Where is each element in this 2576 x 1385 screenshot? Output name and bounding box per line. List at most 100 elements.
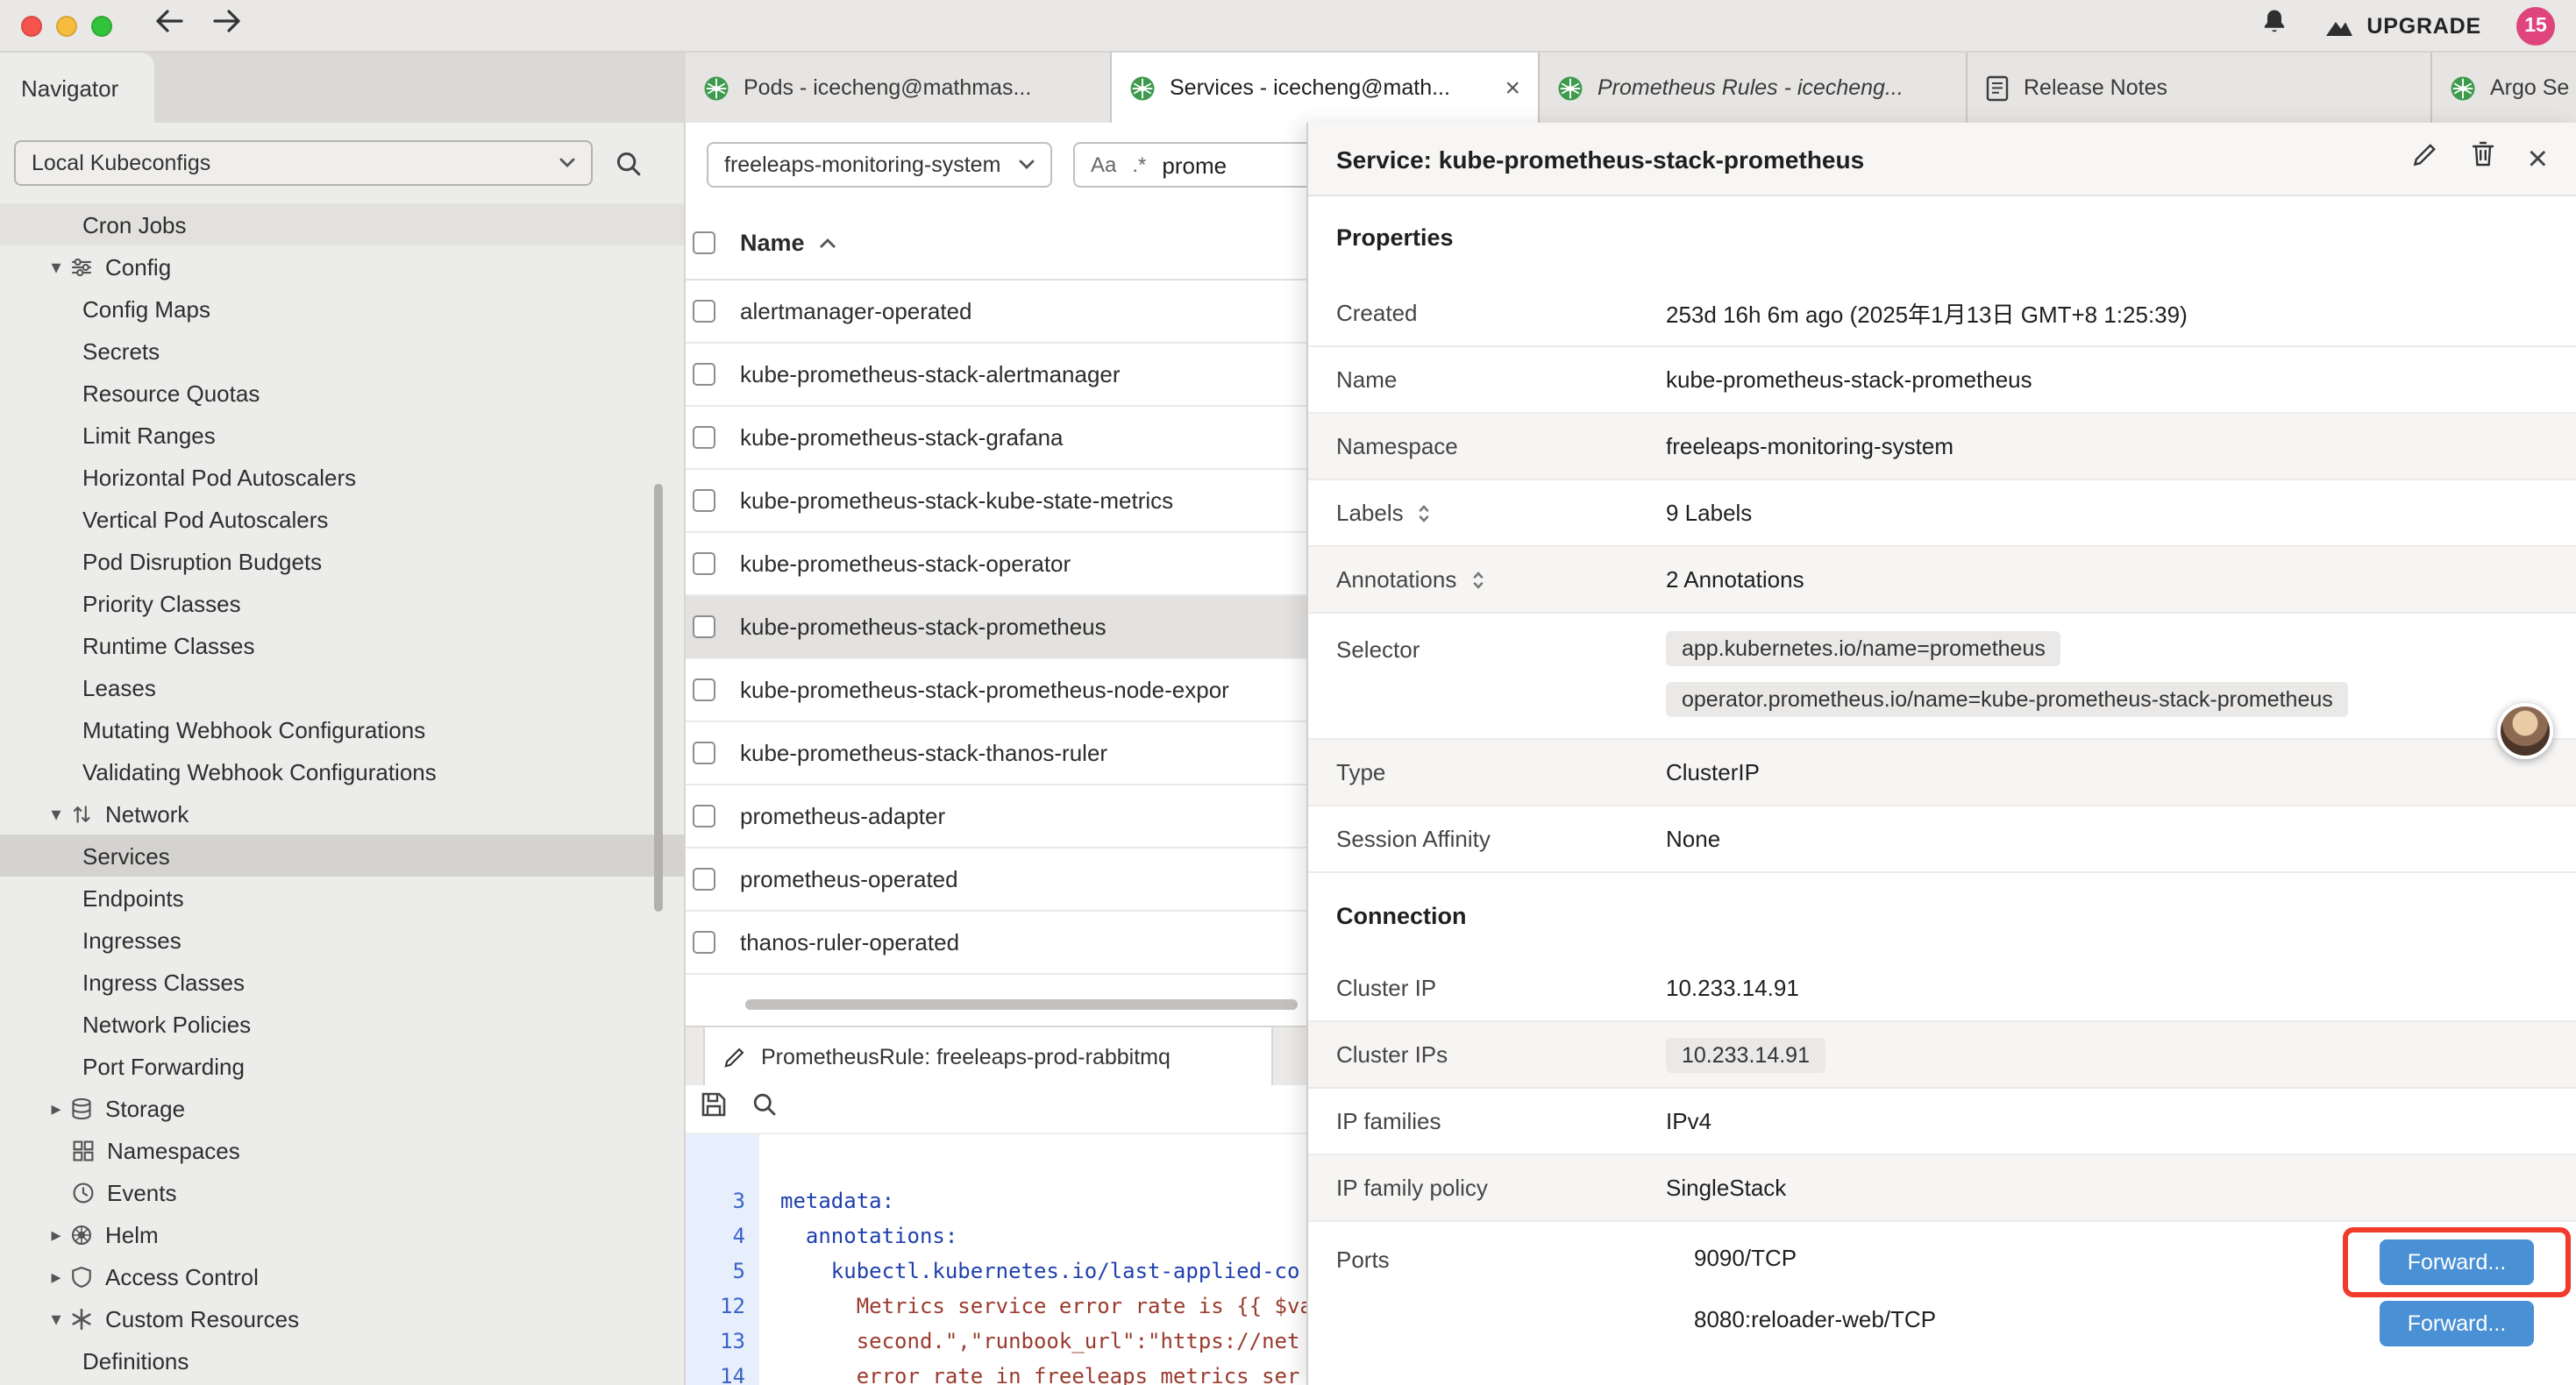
tab-close-icon[interactable]: ×	[1505, 75, 1520, 101]
sidebar-item-priority-classes[interactable]: Priority Classes	[0, 582, 684, 624]
namespace-selector[interactable]: freeleaps-monitoring-system	[707, 142, 1052, 188]
avatar[interactable]	[2497, 703, 2553, 759]
window-close-button[interactable]	[21, 15, 42, 36]
cluster-ip-value: 10.233.14.91	[1666, 975, 1799, 1001]
dock-tab-prometheusrule[interactable]: PrometheusRule: freeleaps-prod-rabbitmq	[703, 1027, 1273, 1085]
row-checkbox[interactable]	[693, 678, 715, 701]
tab-prometheus-rules[interactable]: Prometheus Rules - icecheng...	[1540, 53, 1968, 123]
row-checkbox[interactable]	[693, 363, 715, 386]
row-checkbox[interactable]	[693, 552, 715, 575]
navigator-panel-tab[interactable]: Navigator	[0, 53, 154, 123]
window-minimize-button[interactable]	[56, 15, 77, 36]
sidebar-item-storage[interactable]: ▸Storage	[0, 1087, 684, 1129]
row-checkbox[interactable]	[693, 615, 715, 638]
save-button[interactable]	[700, 1090, 728, 1127]
sidebar-item-label: Leases	[82, 674, 156, 700]
search-input[interactable]: Aa .* prome	[1073, 142, 1319, 188]
sidebar-item-access-control[interactable]: ▸Access Control	[0, 1255, 684, 1297]
connection-section-heading: Connection	[1336, 903, 1467, 929]
row-checkbox[interactable]	[693, 426, 715, 449]
notification-count-badge[interactable]: 15	[2516, 6, 2555, 45]
sidebar-item-namespaces[interactable]: Namespaces	[0, 1129, 684, 1171]
created-value: 253d 16h 6m ago (2025年1月13日 GMT+8 1:25:3…	[1666, 296, 2188, 330]
kubeconfig-selector[interactable]: Local Kubeconfigs	[14, 140, 593, 186]
sidebar-item-resource-quotas[interactable]: Resource Quotas	[0, 372, 684, 414]
kubernetes-icon	[703, 75, 729, 101]
row-checkbox[interactable]	[693, 868, 715, 891]
sidebar-scrollbar[interactable]	[654, 484, 663, 912]
sidebar-search-icon[interactable]	[616, 150, 642, 176]
sidebar-item-config-maps[interactable]: Config Maps	[0, 288, 684, 330]
edit-button[interactable]	[2412, 140, 2440, 177]
tab-pods[interactable]: Pods - icecheng@mathmas...	[686, 53, 1112, 123]
sort-toggle-icon[interactable]	[1469, 569, 1486, 590]
regex-toggle[interactable]: .*	[1132, 153, 1146, 177]
line-number: 13	[686, 1324, 745, 1359]
upgrade-button[interactable]: UPGRADE	[2323, 13, 2481, 38]
horizontal-scrollbar[interactable]	[745, 999, 1298, 1010]
sidebar-item-label: Resource Quotas	[82, 380, 260, 406]
config-icon	[70, 255, 93, 278]
sidebar-item-port-forwarding[interactable]: Port Forwarding	[0, 1045, 684, 1087]
sidebar-item-vertical-pod-autoscalers[interactable]: Vertical Pod Autoscalers	[0, 498, 684, 540]
selector-badge: app.kubernetes.io/name=prometheus	[1666, 631, 2061, 666]
chevron-right-icon: ▸	[42, 1097, 70, 1119]
sidebar-item-runtime-classes[interactable]: Runtime Classes	[0, 624, 684, 666]
editor-search-icon[interactable]	[752, 1092, 777, 1126]
sidebar-item-network[interactable]: ▾Network	[0, 792, 684, 835]
sidebar-item-endpoints[interactable]: Endpoints	[0, 877, 684, 919]
sidebar-item-config[interactable]: ▾Config	[0, 245, 684, 288]
namespace-row: Namespace freeleaps-monitoring-system	[1308, 414, 2576, 480]
port-link-8080[interactable]: 8080:reloader-web/TCP	[1694, 1306, 1936, 1332]
ip-families-value: IPv4	[1666, 1108, 1711, 1134]
row-checkbox[interactable]	[693, 489, 715, 512]
sidebar-item-custom-resources[interactable]: ▾Custom Resources	[0, 1297, 684, 1339]
sidebar-item-mutating-webhook-configurations[interactable]: Mutating Webhook Configurations	[0, 708, 684, 750]
ip-families-label: IP families	[1308, 1108, 1666, 1134]
row-checkbox[interactable]	[693, 742, 715, 764]
port-forward-button[interactable]: Forward...	[2380, 1239, 2534, 1285]
sidebar-item-leases[interactable]: Leases	[0, 666, 684, 708]
service-name: thanos-ruler-operated	[740, 929, 959, 955]
sidebar-item-definitions[interactable]: Definitions	[0, 1339, 684, 1381]
sidebar-item-ingress-classes[interactable]: Ingress Classes	[0, 961, 684, 1003]
kubernetes-icon	[1129, 75, 1156, 101]
close-icon[interactable]: ×	[2528, 141, 2548, 176]
port-forward-button[interactable]: Forward...	[2380, 1301, 2534, 1346]
sidebar-item-horizontal-pod-autoscalers[interactable]: Horizontal Pod Autoscalers	[0, 456, 684, 498]
sidebar-item-ingresses[interactable]: Ingresses	[0, 919, 684, 961]
sidebar-item-label: Limit Ranges	[82, 422, 216, 448]
notifications-bell-icon[interactable]	[2259, 6, 2288, 45]
select-all-checkbox[interactable]	[693, 231, 715, 254]
sidebar-item-cron-jobs[interactable]: Cron Jobs	[0, 203, 684, 245]
tab-argo[interactable]: Argo Se	[2432, 53, 2576, 123]
row-checkbox[interactable]	[693, 805, 715, 827]
delete-button[interactable]	[2472, 140, 2496, 177]
sidebar-item-events[interactable]: Events	[0, 1171, 684, 1213]
sort-toggle-icon[interactable]	[1416, 502, 1434, 523]
back-button[interactable]	[154, 9, 184, 42]
namespace-link[interactable]: freeleaps-monitoring-system	[1666, 433, 1953, 459]
annotations-label: Annotations	[1336, 566, 1456, 593]
sidebar-item-validating-webhook-configurations[interactable]: Validating Webhook Configurations	[0, 750, 684, 792]
sidebar-item-secrets[interactable]: Secrets	[0, 330, 684, 372]
sidebar-item-pod-disruption-budgets[interactable]: Pod Disruption Budgets	[0, 540, 684, 582]
sidebar-item-limit-ranges[interactable]: Limit Ranges	[0, 414, 684, 456]
created-row: Created 253d 16h 6m ago (2025年1月13日 GMT+…	[1308, 281, 2576, 347]
sidebar-item-label: Runtime Classes	[82, 632, 255, 658]
sidebar-item-helm[interactable]: ▸Helm	[0, 1213, 684, 1255]
tab-release-notes[interactable]: Release Notes	[1968, 53, 2432, 123]
case-sensitive-toggle[interactable]: Aa	[1091, 153, 1116, 177]
name-column-header[interactable]: Name	[740, 230, 805, 256]
sidebar-item-label: Config Maps	[82, 295, 210, 322]
row-checkbox[interactable]	[693, 300, 715, 323]
forward-button[interactable]	[212, 9, 242, 42]
tab-services[interactable]: Services - icecheng@math... ×	[1112, 53, 1540, 123]
sidebar-item-services[interactable]: Services	[0, 835, 684, 877]
chevron-right-icon: ▸	[42, 1265, 70, 1288]
window-zoom-button[interactable]	[91, 15, 112, 36]
port-link-9090[interactable]: 9090/TCP	[1694, 1245, 1797, 1271]
code-line: second.","runbook_url":"https://net	[780, 1324, 1299, 1359]
row-checkbox[interactable]	[693, 931, 715, 954]
sidebar-item-network-policies[interactable]: Network Policies	[0, 1003, 684, 1045]
